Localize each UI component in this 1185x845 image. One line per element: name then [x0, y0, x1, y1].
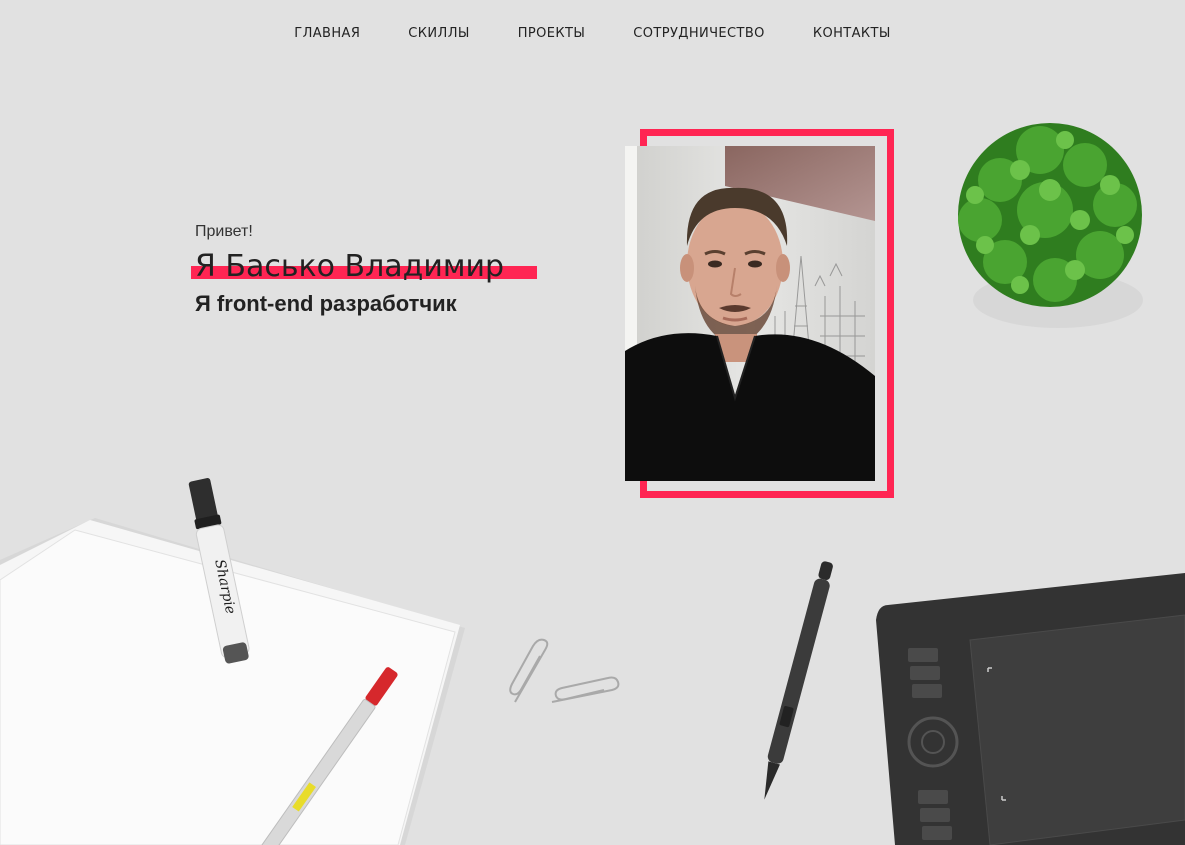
- profile-photo-illustration: [625, 146, 875, 481]
- plant-icon: [958, 123, 1143, 328]
- nav-link-skills[interactable]: СКИЛЛЫ: [384, 26, 493, 42]
- hero-name: Я Басько Владимир: [195, 249, 505, 284]
- desk-decor: Sharpie: [0, 123, 1185, 845]
- main-nav: ГЛАВНАЯ СКИЛЛЫ ПРОЕКТЫ СОТРУДНИЧЕСТВО КО…: [0, 26, 1185, 42]
- stylus-pen-icon: [764, 561, 833, 800]
- nav-link-projects[interactable]: ПРОЕКТЫ: [494, 26, 610, 42]
- sharpie-brand-text: Sharpie: [211, 558, 238, 615]
- sharpie-marker-icon: Sharpie: [188, 478, 250, 664]
- profile-photo: [625, 146, 875, 481]
- hero-role: Я front-end разработчик: [195, 291, 457, 316]
- drawing-tablet-icon: [876, 573, 1185, 845]
- nav-link-home[interactable]: ГЛАВНАЯ: [270, 26, 384, 42]
- paper-stack-icon: [0, 518, 465, 845]
- hero-intro: Привет! Я Басько Владимир Я front-end ра…: [191, 222, 615, 318]
- nav-link-contacts[interactable]: КОНТАКТЫ: [789, 26, 915, 42]
- hero-greeting: Привет!: [195, 223, 253, 240]
- paperclip-icon: [509, 638, 620, 703]
- hero-name-block: Я Басько Владимир: [191, 249, 615, 289]
- nav-link-cooperation[interactable]: СОТРУДНИЧЕСТВО: [609, 26, 789, 42]
- red-pen-icon: [249, 667, 398, 845]
